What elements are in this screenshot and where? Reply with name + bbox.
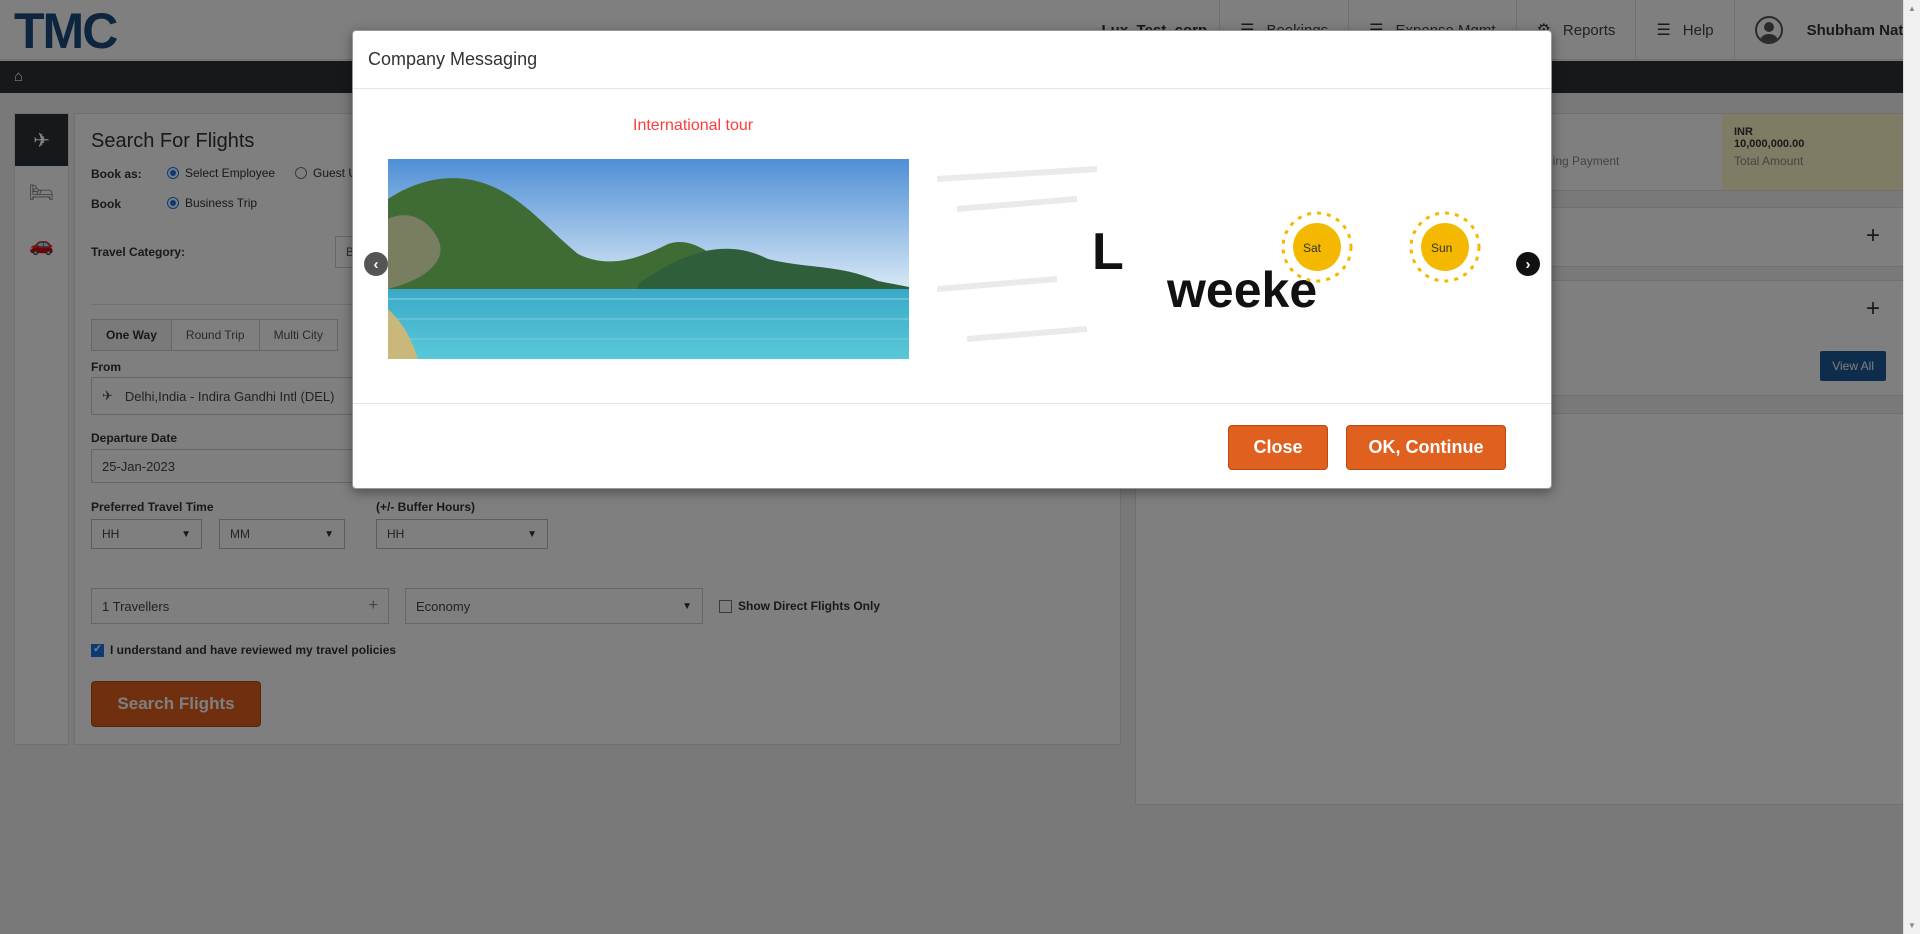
tour-image bbox=[388, 159, 909, 359]
sun-label-sat: Sat bbox=[1303, 241, 1322, 255]
page-scrollbar[interactable]: ▲ ▼ bbox=[1903, 0, 1920, 934]
ok-continue-button[interactable]: OK, Continue bbox=[1346, 425, 1506, 470]
scroll-up-icon[interactable]: ▲ bbox=[1908, 4, 1916, 13]
modal-body: International tour L weeke Sat Sun ‹ › bbox=[353, 89, 1551, 403]
company-messaging-modal: Company Messaging International tour L w… bbox=[352, 30, 1552, 489]
modal-header: Company Messaging bbox=[353, 31, 1551, 89]
sun-label-sun: Sun bbox=[1431, 241, 1452, 255]
modal-title: Company Messaging bbox=[368, 49, 538, 69]
weekend-banner-image: L weeke Sat Sun bbox=[937, 159, 1512, 359]
banner-text-top: L bbox=[1092, 223, 1124, 281]
slide-caption: International tour bbox=[633, 117, 754, 134]
carousel-prev-button[interactable]: ‹ bbox=[364, 252, 388, 276]
scroll-down-icon[interactable]: ▼ bbox=[1908, 921, 1916, 930]
carousel-next-button[interactable]: › bbox=[1516, 252, 1540, 276]
close-button[interactable]: Close bbox=[1228, 425, 1328, 470]
modal-footer: Close OK, Continue bbox=[353, 403, 1551, 490]
banner-text-bottom: weeke bbox=[1166, 262, 1317, 318]
